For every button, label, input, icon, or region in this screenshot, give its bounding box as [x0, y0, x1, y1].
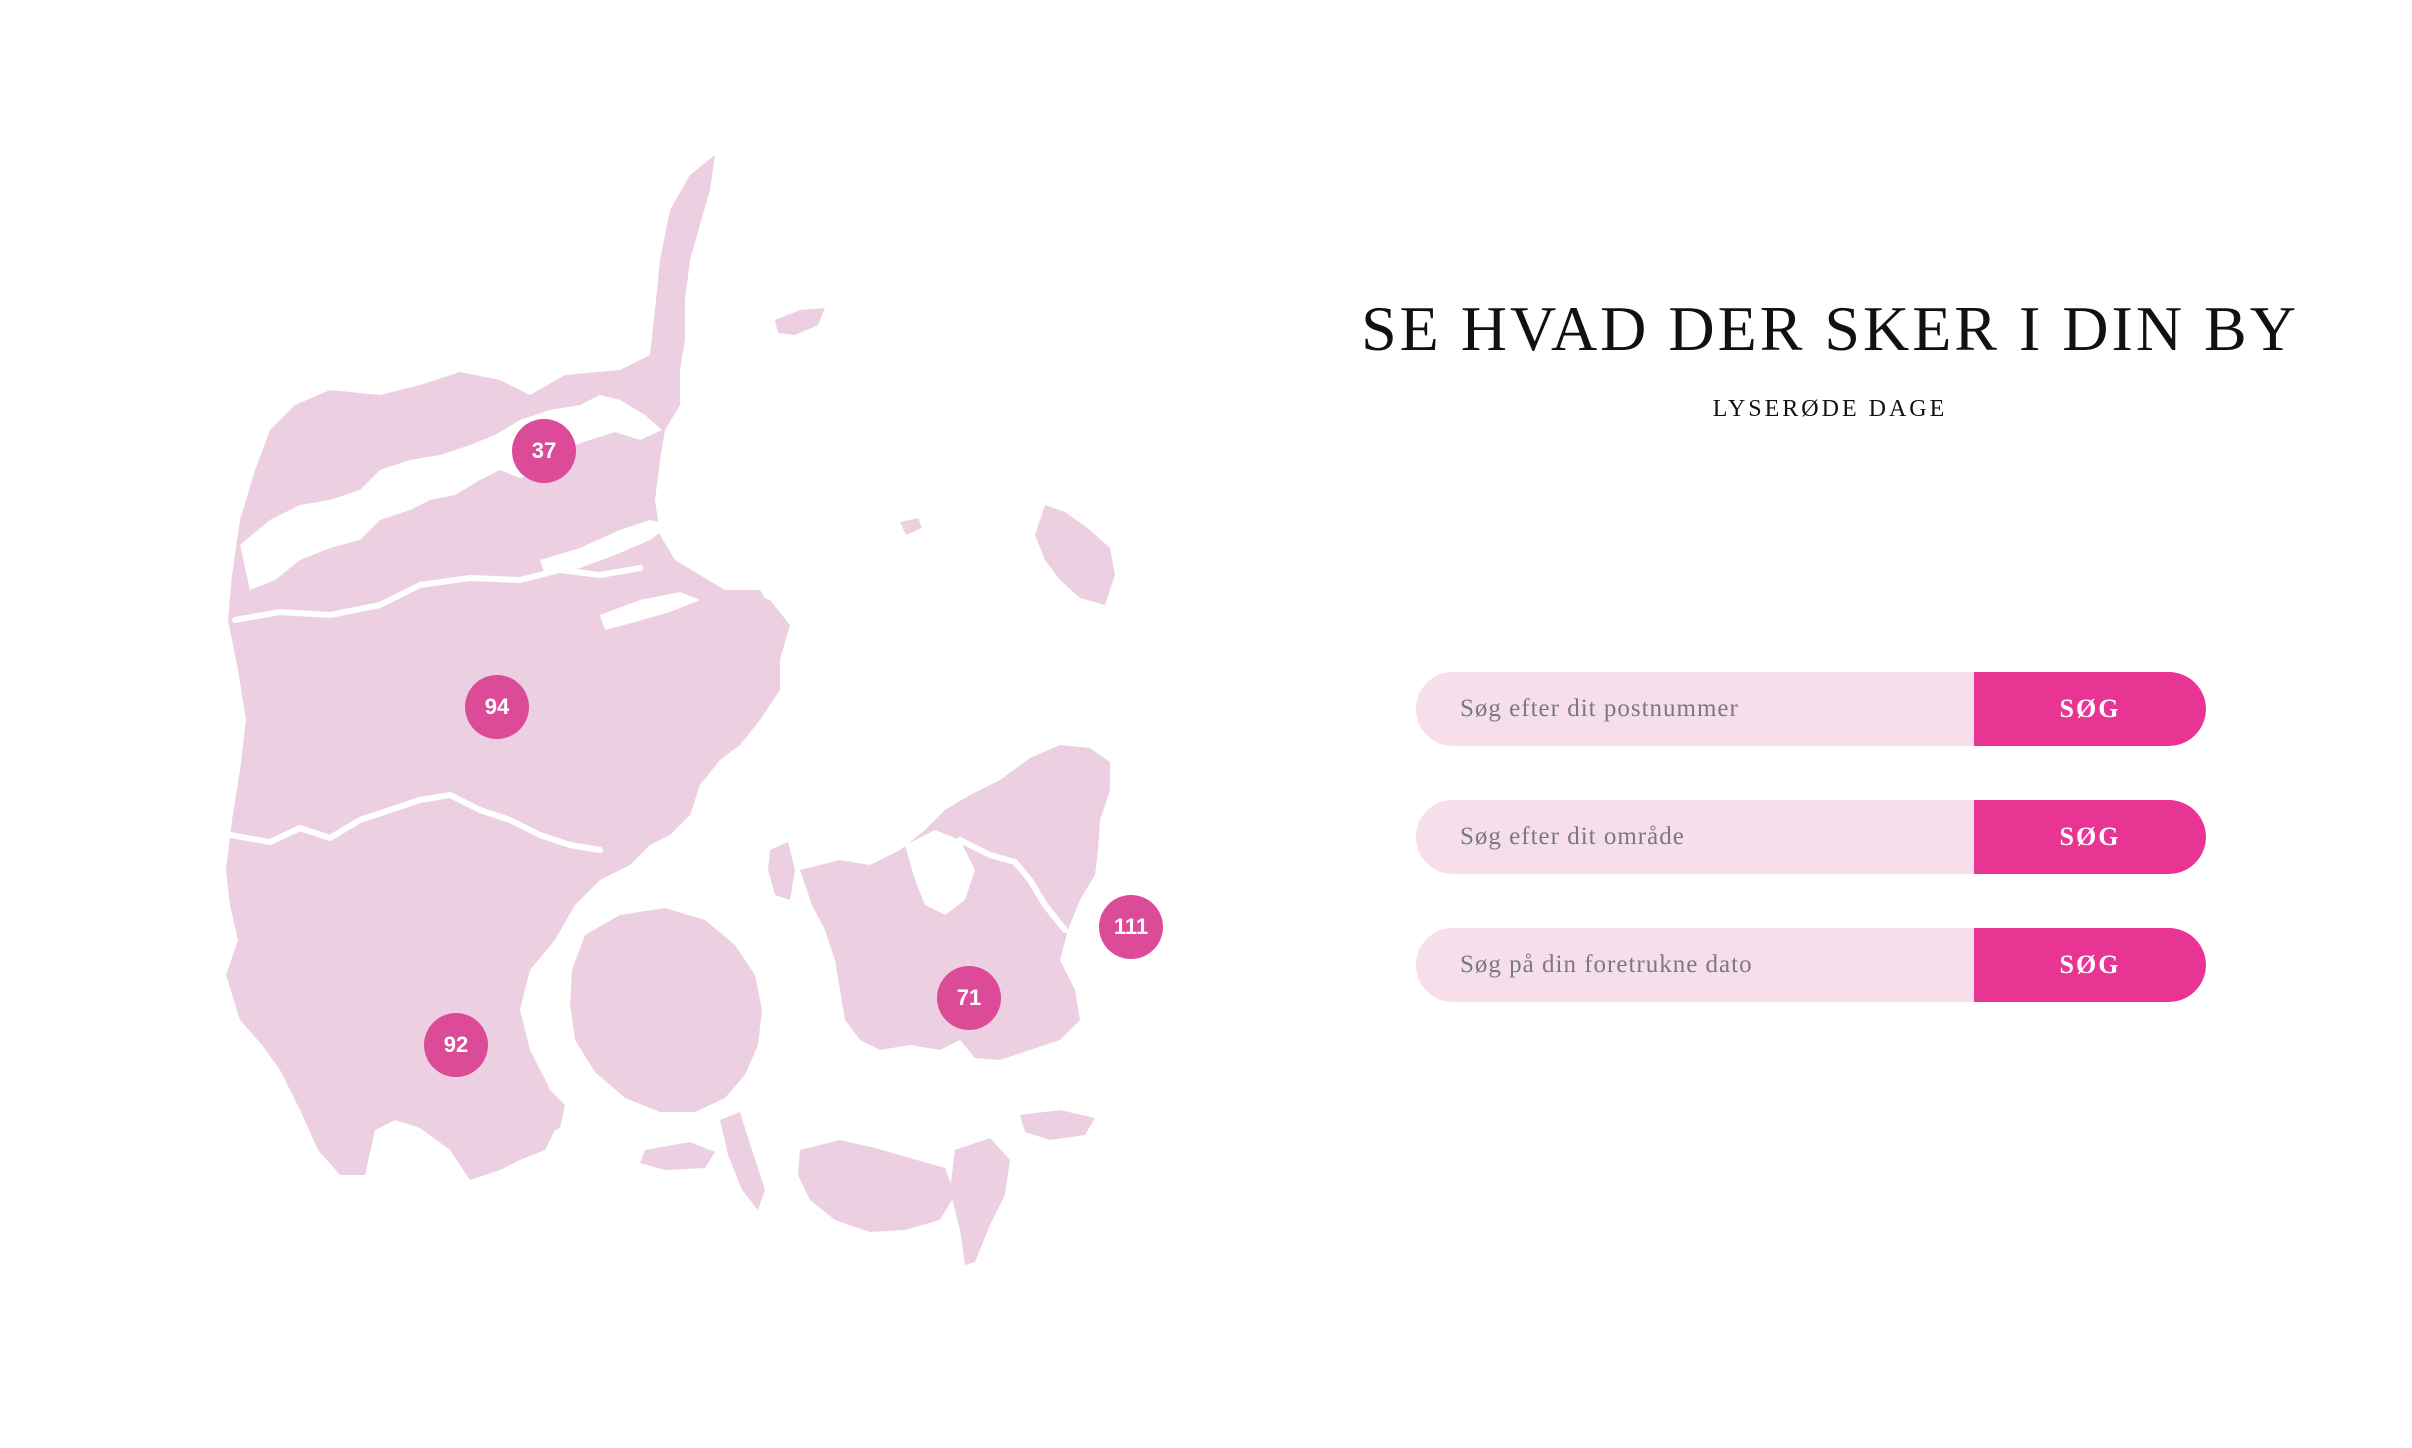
postcode-search-form: SØG [1416, 672, 2206, 746]
laesoe-island [775, 308, 825, 335]
postcode-search-button[interactable]: SØG [1974, 672, 2206, 746]
aeroe-island [640, 1142, 715, 1170]
lolland-island [798, 1140, 955, 1232]
moen-island [1020, 1110, 1095, 1140]
area-search-input[interactable] [1416, 800, 1974, 874]
region-count-syddanmark: 92 [443, 1032, 469, 1057]
falster-island [950, 1138, 1010, 1265]
date-search-input[interactable] [1416, 928, 1974, 1002]
page-subtitle: LYSERØDE DAGE [1712, 396, 1948, 422]
date-search-button[interactable]: SØG [1974, 928, 2206, 1002]
search-panel: SE HVAD DER SKER I DIN BY LYSERØDE DAGE … [1330, 0, 2330, 1448]
region-marker-hovedstaden[interactable]: 111 [1099, 895, 1163, 959]
region-marker-midtjylland[interactable]: 94 [465, 675, 529, 739]
region-count-midtjylland: 94 [484, 694, 510, 719]
region-marker-syddanmark[interactable]: 92 [424, 1013, 488, 1077]
denmark-map-graphic [226, 155, 1115, 1265]
langeland-island [720, 1112, 765, 1210]
region-marker-nordjylland[interactable]: 37 [512, 419, 576, 483]
fyn-island [570, 908, 762, 1112]
page-title: SE HVAD DER SKER I DIN BY [1361, 293, 2299, 364]
region-marker-sjaelland[interactable]: 71 [937, 966, 1001, 1030]
area-search-button[interactable]: SØG [1974, 800, 2206, 874]
region-count-hovedstaden: 111 [1113, 914, 1149, 939]
bornholm-island [1035, 505, 1115, 605]
samsoe-island [768, 842, 795, 900]
area-search-form: SØG [1416, 800, 2206, 874]
denmark-map: 37 94 92 71 111 [0, 0, 1260, 1448]
anholt-island [900, 518, 922, 535]
postcode-search-input[interactable] [1416, 672, 1974, 746]
date-search-form: SØG [1416, 928, 2206, 1002]
region-count-nordjylland: 37 [531, 438, 557, 463]
region-count-sjaelland: 71 [956, 985, 982, 1010]
